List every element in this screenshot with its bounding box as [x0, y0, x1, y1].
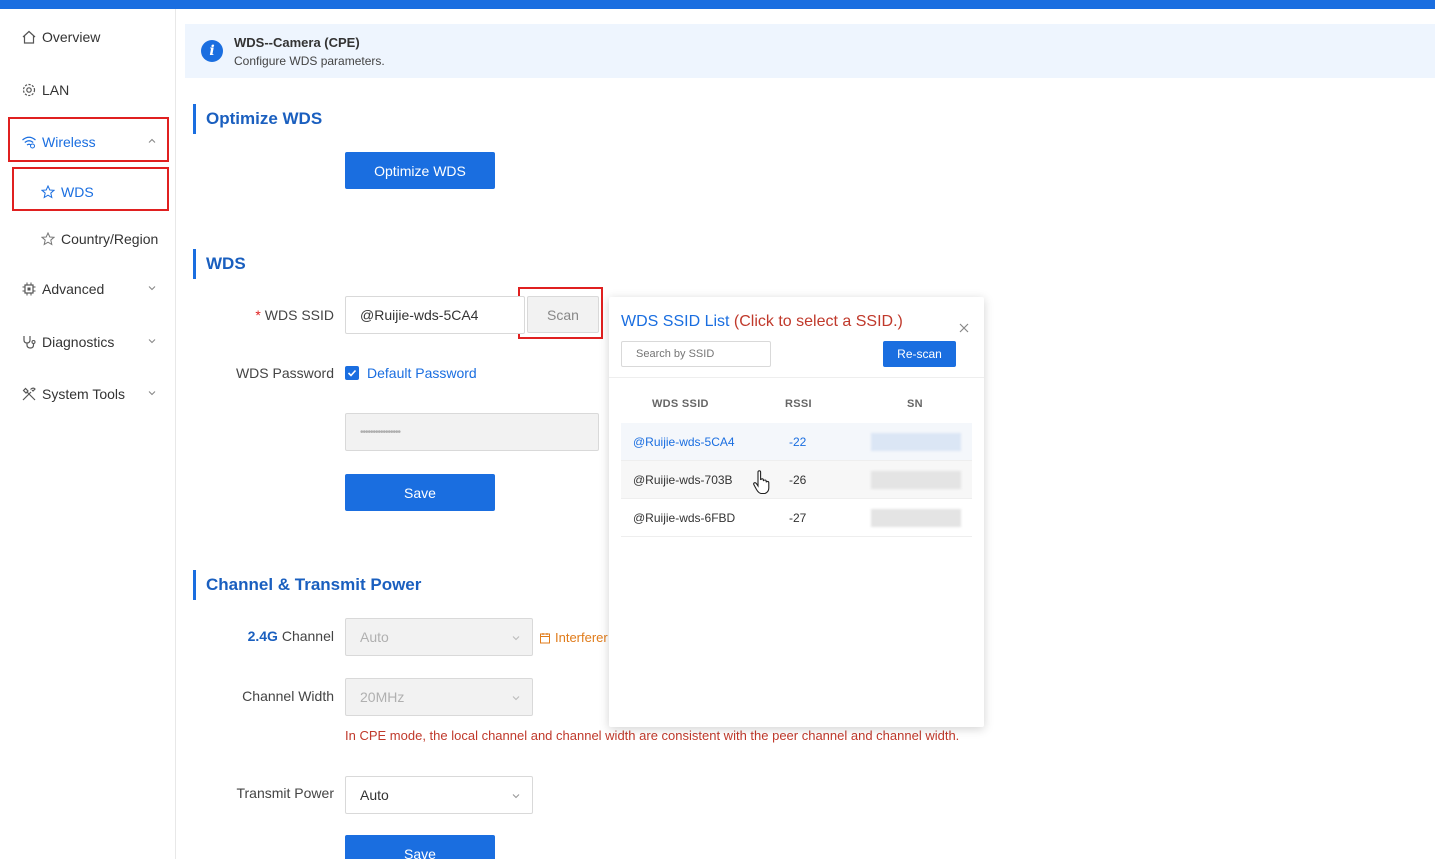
channel-width-label: Channel Width [242, 688, 334, 704]
sidebar-item-country-region[interactable]: Country/Region [0, 219, 176, 259]
sidebar-item-lan[interactable]: LAN [0, 70, 176, 110]
wds-ssid-list-popup: WDS SSID List (Click to select a SSID.) … [609, 297, 984, 727]
rssi-cell: -22 [789, 435, 807, 449]
channel-select: Auto [345, 618, 533, 656]
stethoscope-icon [20, 333, 38, 351]
section-title-wds: WDS [193, 249, 246, 279]
chevron-up-icon [148, 138, 156, 143]
banner-description: Configure WDS parameters. [234, 53, 385, 68]
sn-cell-redacted [871, 509, 961, 527]
section-title-channel: Channel & Transmit Power [193, 570, 421, 600]
sidebar-item-label: Overview [42, 29, 101, 45]
sn-cell-redacted [871, 471, 961, 489]
sidebar-item-wireless[interactable]: Wireless [0, 122, 176, 162]
sidebar-item-label: Wireless [42, 134, 96, 150]
table-row[interactable]: @Ruijie-wds-703B -26 [621, 461, 972, 499]
channel-width-select: 20MHz [345, 678, 533, 716]
table-row[interactable]: @Ruijie-wds-6FBD -27 [621, 499, 972, 537]
gear-icon [20, 81, 38, 99]
chevron-down-icon [148, 286, 156, 291]
star-icon [40, 184, 56, 200]
rssi-cell: -26 [789, 473, 807, 487]
column-header-ssid: WDS SSID [652, 398, 709, 410]
tools-icon [20, 385, 38, 403]
chip-icon [20, 280, 38, 298]
calendar-icon [540, 632, 550, 643]
wds-password-input: •••••••••••••••• [345, 413, 599, 451]
scan-button[interactable]: Scan [527, 296, 599, 333]
banner-title: WDS--Camera (CPE) [234, 34, 360, 50]
check-icon [347, 369, 357, 377]
rescan-button[interactable]: Re-scan [883, 341, 956, 367]
chevron-down-icon [148, 339, 156, 344]
sn-cell-redacted [871, 433, 961, 451]
close-icon[interactable] [957, 321, 971, 335]
column-header-sn: SN [907, 398, 923, 410]
ssid-search-input[interactable] [621, 341, 771, 367]
channel-save-button[interactable]: Save [345, 835, 495, 859]
info-icon: i [201, 40, 223, 62]
default-password-checkbox[interactable] [345, 366, 359, 380]
chevron-down-icon [512, 696, 520, 701]
sidebar-item-label: LAN [42, 82, 70, 98]
default-password-label[interactable]: Default Password [367, 365, 477, 381]
interference-link[interactable]: Interferer [539, 630, 608, 645]
popup-title: WDS SSID List (Click to select a SSID.) [621, 313, 903, 330]
sidebar-item-system-tools[interactable]: System Tools [0, 374, 176, 414]
sidebar-item-label: WDS [61, 184, 94, 200]
required-mark: * [255, 307, 261, 323]
transmit-power-select[interactable]: Auto [345, 776, 533, 814]
sidebar-item-diagnostics[interactable]: Diagnostics [0, 322, 176, 362]
wds-password-label: WDS Password [235, 365, 334, 381]
info-banner: i WDS--Camera (CPE) Configure WDS parame… [185, 24, 1435, 78]
ssid-cell: @Ruijie-wds-703B [633, 473, 733, 487]
table-row[interactable]: @Ruijie-wds-5CA4 -22 [621, 423, 972, 461]
cpe-mode-hint: In CPE mode, the local channel and chann… [345, 728, 960, 743]
sidebar: Overview LAN Wireless WDS Country/Region… [0, 9, 176, 859]
ssid-cell: @Ruijie-wds-5CA4 [633, 435, 735, 449]
star-icon [40, 231, 56, 247]
transmit-power-label: Transmit Power [236, 785, 334, 801]
hand-cursor-icon [753, 470, 770, 495]
sidebar-item-overview[interactable]: Overview [0, 17, 176, 57]
ssid-cell: @Ruijie-wds-6FBD [633, 511, 736, 525]
column-header-rssi: RSSI [785, 398, 812, 410]
wds-save-button[interactable]: Save [345, 474, 495, 511]
sidebar-item-advanced[interactable]: Advanced [0, 269, 176, 309]
sidebar-item-label: Diagnostics [42, 334, 115, 350]
home-icon [20, 28, 38, 46]
channel-label: 2.4G Channel [247, 628, 334, 644]
chevron-down-icon [512, 636, 520, 641]
sidebar-item-label: Country/Region [61, 231, 159, 247]
sidebar-item-label: Advanced [42, 281, 105, 297]
section-title-optimize: Optimize WDS [193, 104, 322, 134]
wifi-icon [20, 133, 38, 151]
top-bar [0, 0, 1435, 9]
divider [609, 377, 984, 378]
chevron-down-icon [148, 391, 156, 396]
rssi-cell: -27 [789, 511, 807, 525]
sidebar-item-wds[interactable]: WDS [0, 172, 176, 212]
sidebar-item-label: System Tools [42, 386, 125, 402]
optimize-wds-button[interactable]: Optimize WDS [345, 152, 495, 189]
wds-ssid-input[interactable]: @Ruijie-wds-5CA4 [345, 296, 525, 334]
wds-ssid-label: * WDS SSID [255, 307, 334, 323]
chevron-down-icon [512, 794, 520, 799]
